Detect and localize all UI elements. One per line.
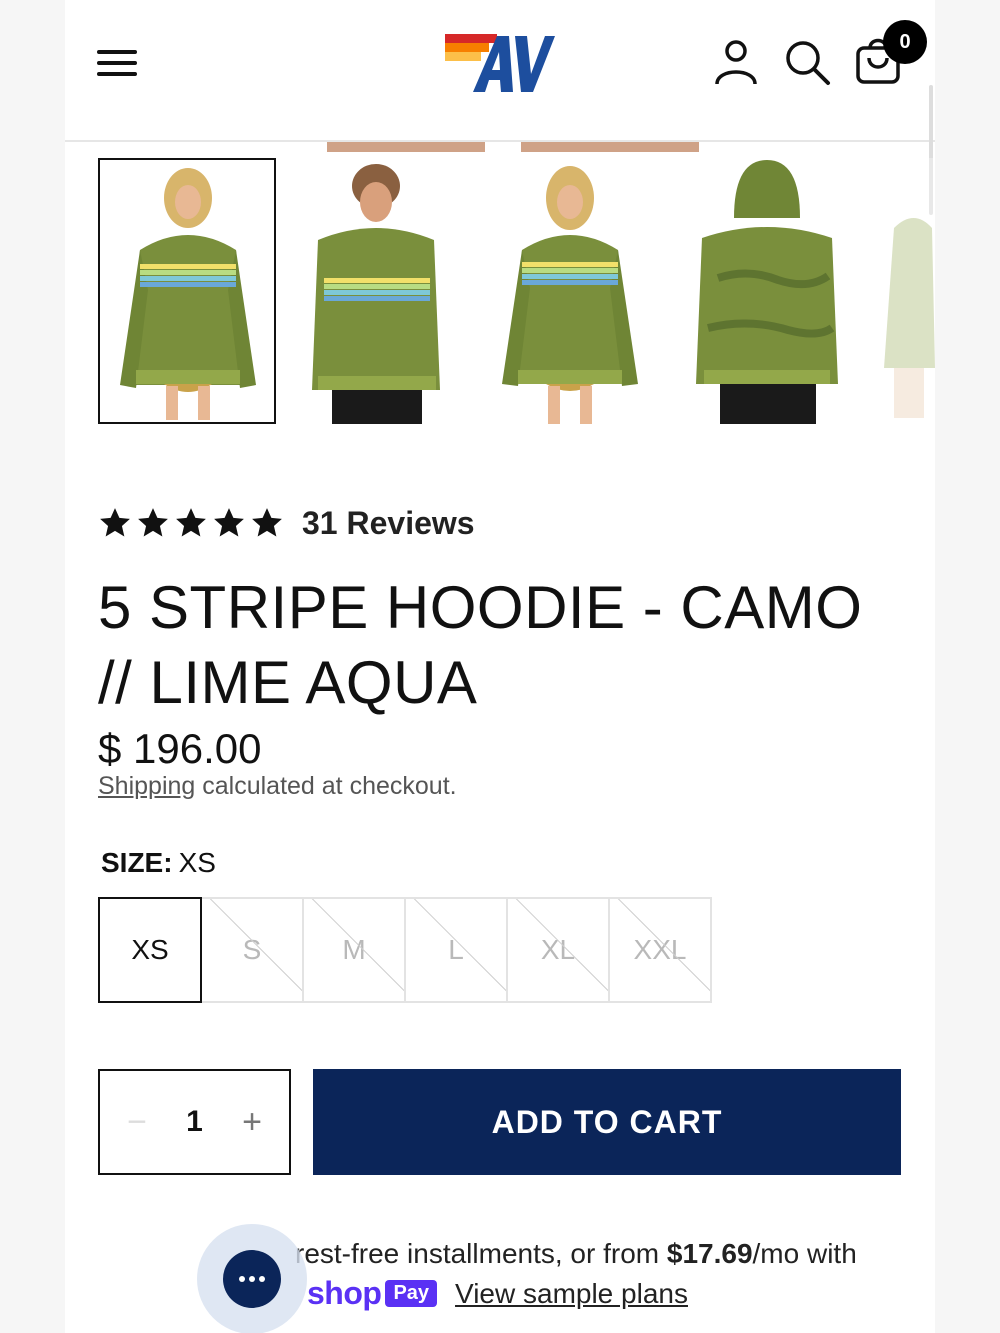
star-icon <box>138 508 168 537</box>
reviews-link[interactable]: 31 Reviews <box>302 505 475 542</box>
star-icon <box>214 508 244 537</box>
size-selected-value: XS <box>178 847 216 878</box>
main-image-edge <box>327 142 485 152</box>
cart-count-badge[interactable]: 0 <box>883 20 927 64</box>
size-selector: XS S M L XL XXL <box>98 897 712 1003</box>
chat-button[interactable] <box>223 1250 281 1308</box>
chat-dots-icon <box>239 1276 265 1282</box>
quantity-increase-button[interactable]: + <box>237 1103 267 1142</box>
product-page: 0 31 Reviews 5 STRIPE HOODIE - CAMO // L… <box>65 0 935 1333</box>
search-icon[interactable] <box>783 38 831 86</box>
shop-pay-line: shop Pay View sample plans <box>307 1275 688 1312</box>
size-option-l[interactable]: L <box>404 897 508 1003</box>
add-to-cart-button[interactable]: ADD TO CART <box>313 1069 901 1175</box>
main-image-edge <box>521 142 699 152</box>
shipping-link[interactable]: Shipping <box>98 772 195 800</box>
product-rating: 31 Reviews <box>98 503 475 543</box>
site-header: 0 <box>65 0 935 142</box>
thumbnail-gallery <box>98 158 935 424</box>
installments-prefix: rest-free installments, or from <box>295 1238 667 1269</box>
star-icon <box>100 508 130 537</box>
shop-pay-logo: shop <box>307 1275 382 1311</box>
star-rating <box>98 506 284 540</box>
hamburger-menu-icon[interactable] <box>97 48 139 78</box>
size-label: SIZE: XS <box>101 847 216 879</box>
product-title-line2: // LIME AQUA <box>98 649 478 716</box>
shop-pay-badge: Pay <box>385 1280 438 1307</box>
account-icon[interactable] <box>713 38 759 86</box>
brand-logo[interactable] <box>445 30 555 96</box>
star-icon <box>252 508 282 537</box>
size-label-title: SIZE: <box>101 847 173 878</box>
quantity-decrease-button[interactable]: − <box>122 1103 152 1142</box>
thumbnail-front-man[interactable] <box>288 158 466 424</box>
shipping-note-text: calculated at checkout. <box>195 772 457 800</box>
installments-text: rest-free installments, or from $17.69/m… <box>205 1234 925 1274</box>
thumbnail-front-woman[interactable] <box>98 158 276 424</box>
shipping-note: Shipping calculated at checkout. <box>98 772 457 801</box>
thumbnail-front-woman-2[interactable] <box>482 158 660 424</box>
installments-amount: $17.69 <box>666 1238 753 1269</box>
quantity-value[interactable]: 1 <box>186 1105 203 1139</box>
size-option-xs[interactable]: XS <box>98 897 202 1003</box>
product-title: 5 STRIPE HOODIE - CAMO // LIME AQUA <box>98 570 908 720</box>
size-option-xxl[interactable]: XXL <box>608 897 712 1003</box>
size-option-xl[interactable]: XL <box>506 897 610 1003</box>
installments-suffix: /mo with <box>752 1238 857 1269</box>
view-sample-plans-link[interactable]: View sample plans <box>455 1278 688 1310</box>
star-icon <box>176 508 206 537</box>
size-option-s[interactable]: S <box>200 897 304 1003</box>
size-option-m[interactable]: M <box>302 897 406 1003</box>
thumbnail-back-view[interactable] <box>678 158 856 424</box>
product-title-line1: 5 STRIPE HOODIE - CAMO <box>98 574 863 641</box>
right-margin <box>935 0 1000 1333</box>
product-price: $ 196.00 <box>98 725 262 772</box>
left-margin <box>0 0 65 1333</box>
quantity-stepper: − 1 + <box>98 1069 291 1175</box>
thumbnail-side-view[interactable] <box>874 158 935 424</box>
